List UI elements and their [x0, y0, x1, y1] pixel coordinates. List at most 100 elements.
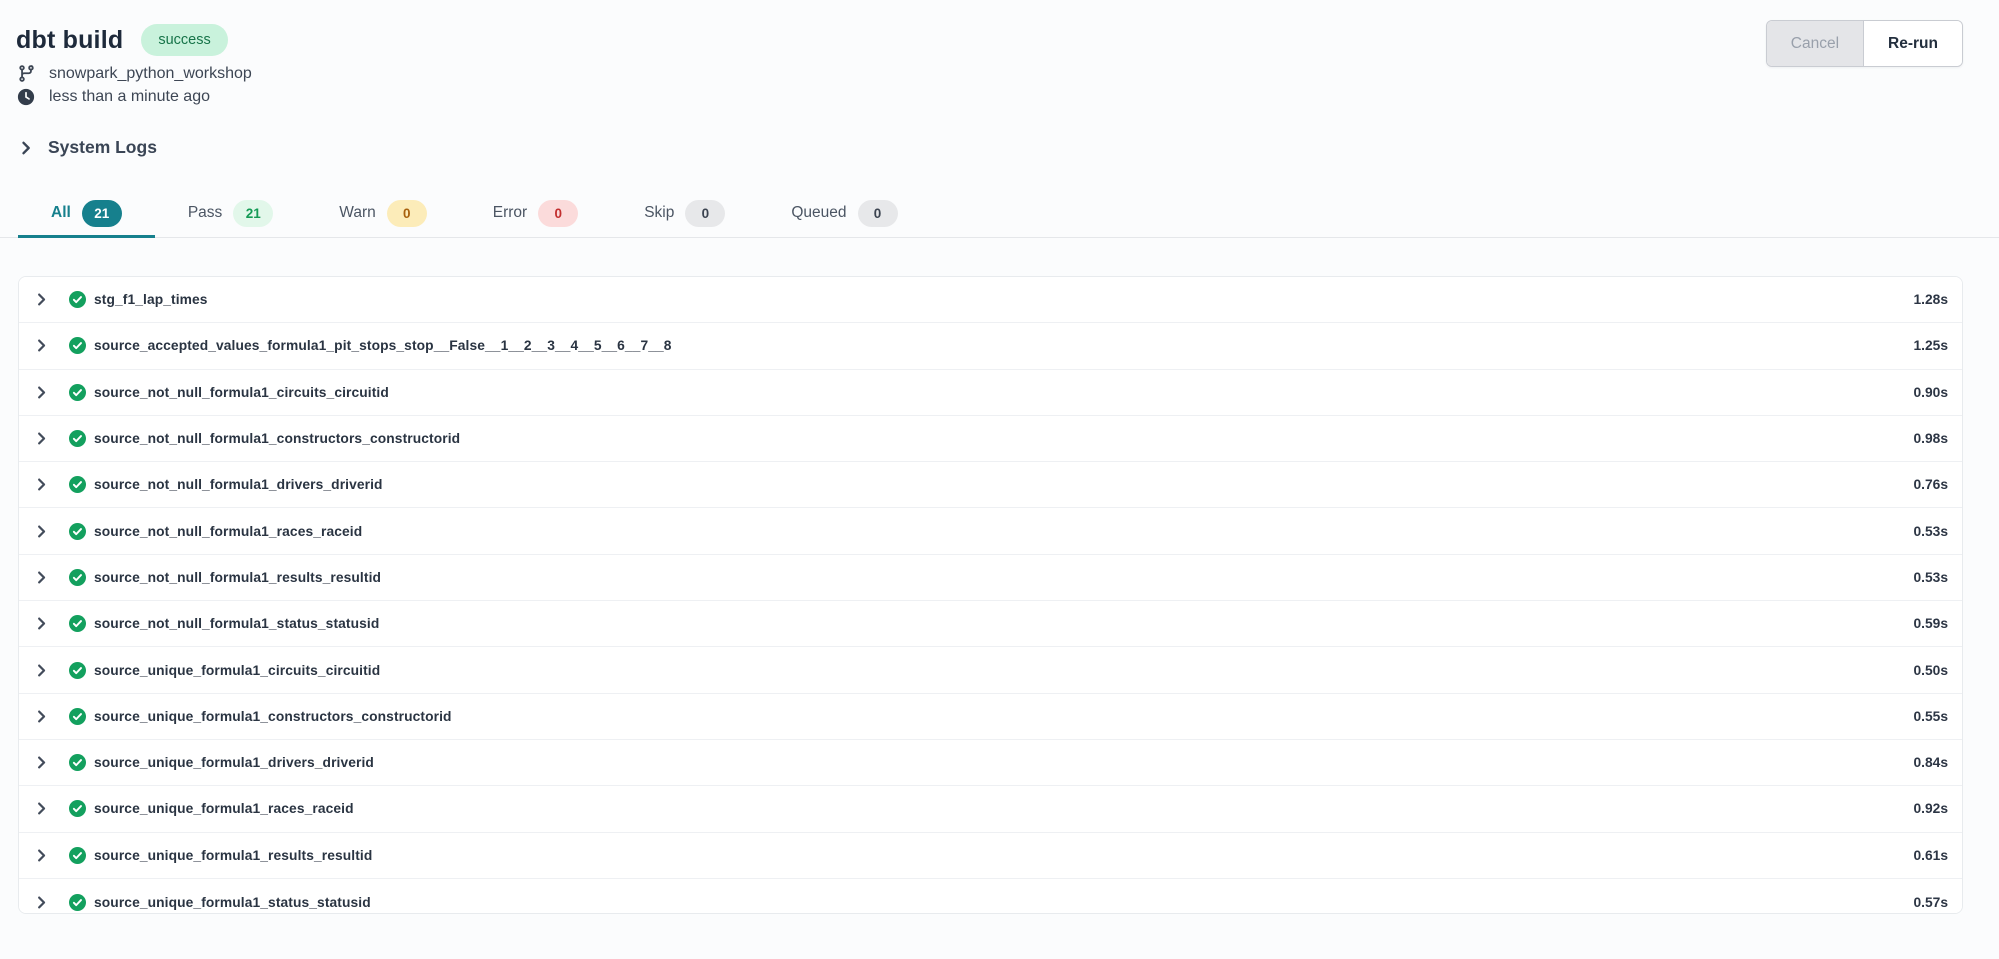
tab-count-badge: 21: [82, 200, 122, 227]
branch-line: snowpark_python_workshop: [17, 62, 1963, 85]
tab-count-badge: 0: [685, 200, 725, 227]
tab-warn[interactable]: Warn 0: [306, 191, 459, 238]
result-row[interactable]: source_not_null_formula1_races_raceid 0.…: [19, 508, 1962, 554]
run-time-ago: less than a minute ago: [49, 88, 210, 106]
expand-chevron-icon[interactable]: [34, 616, 49, 631]
pass-check-icon: [69, 615, 86, 632]
expand-chevron-icon[interactable]: [34, 663, 49, 678]
expand-chevron-icon[interactable]: [34, 709, 49, 724]
result-duration: 0.50s: [1913, 663, 1948, 678]
result-duration: 0.84s: [1913, 755, 1948, 770]
expand-chevron-icon[interactable]: [34, 570, 49, 585]
chevron-right-icon: [18, 140, 34, 156]
rerun-button[interactable]: Re-run: [1863, 21, 1962, 66]
result-name: source_unique_formula1_circuits_circuiti…: [94, 663, 380, 678]
result-row[interactable]: source_unique_formula1_constructors_cons…: [19, 694, 1962, 740]
git-branch-icon: [17, 64, 36, 83]
result-duration: 1.28s: [1913, 292, 1948, 307]
expand-chevron-icon[interactable]: [34, 431, 49, 446]
pass-check-icon: [69, 662, 86, 679]
result-duration: 1.25s: [1913, 338, 1948, 353]
result-name: source_not_null_formula1_drivers_driveri…: [94, 477, 383, 492]
result-duration: 0.76s: [1913, 477, 1948, 492]
system-logs-toggle[interactable]: System Logs: [18, 137, 157, 158]
result-name: source_not_null_formula1_constructors_co…: [94, 431, 460, 446]
result-name: source_unique_formula1_drivers_driverid: [94, 755, 374, 770]
pass-check-icon: [69, 708, 86, 725]
result-name: source_accepted_values_formula1_pit_stop…: [94, 338, 672, 353]
expand-chevron-icon[interactable]: [34, 755, 49, 770]
pass-check-icon: [69, 384, 86, 401]
expand-chevron-icon[interactable]: [34, 477, 49, 492]
result-duration: 0.61s: [1913, 848, 1948, 863]
expand-chevron-icon[interactable]: [34, 895, 49, 910]
pass-check-icon: [69, 847, 86, 864]
time-line: less than a minute ago: [17, 85, 1963, 108]
tab-queued[interactable]: Queued 0: [758, 191, 930, 238]
pass-check-icon: [69, 430, 86, 447]
tab-all[interactable]: All 21: [18, 191, 155, 238]
expand-chevron-icon[interactable]: [34, 292, 49, 307]
result-row[interactable]: source_unique_formula1_circuits_circuiti…: [19, 647, 1962, 693]
tab-label: Queued: [791, 204, 846, 222]
pass-check-icon: [69, 337, 86, 354]
status-badge: success: [141, 24, 227, 57]
result-row[interactable]: source_not_null_formula1_circuits_circui…: [19, 370, 1962, 416]
tab-label: Error: [493, 204, 527, 222]
expand-chevron-icon[interactable]: [34, 524, 49, 539]
result-name: source_not_null_formula1_status_statusid: [94, 616, 379, 631]
expand-chevron-icon[interactable]: [34, 848, 49, 863]
expand-chevron-icon[interactable]: [34, 385, 49, 400]
result-name: source_unique_formula1_races_raceid: [94, 801, 354, 816]
result-row[interactable]: source_unique_formula1_results_resultid …: [19, 833, 1962, 879]
tab-label: Warn: [339, 204, 375, 222]
result-row[interactable]: source_not_null_formula1_status_statusid…: [19, 601, 1962, 647]
result-row[interactable]: source_not_null_formula1_constructors_co…: [19, 416, 1962, 462]
result-name: source_not_null_formula1_results_resulti…: [94, 570, 381, 585]
tab-count-badge: 21: [233, 200, 273, 227]
result-name: source_unique_formula1_constructors_cons…: [94, 709, 452, 724]
result-duration: 0.57s: [1913, 895, 1948, 910]
result-name: source_unique_formula1_results_resultid: [94, 848, 372, 863]
result-name: stg_f1_lap_times: [94, 292, 208, 307]
run-detail-page: dbt build success Cancel Re-run snowpark…: [0, 0, 1999, 959]
result-duration: 0.59s: [1913, 616, 1948, 631]
result-duration: 0.90s: [1913, 385, 1948, 400]
result-name: source_unique_formula1_status_statusid: [94, 895, 371, 910]
expand-chevron-icon[interactable]: [34, 338, 49, 353]
results-list: stg_f1_lap_times 1.28s source_accepted_v…: [18, 276, 1963, 914]
result-duration: 0.55s: [1913, 709, 1948, 724]
result-duration: 0.53s: [1913, 570, 1948, 585]
cancel-button[interactable]: Cancel: [1767, 21, 1863, 66]
result-duration: 0.98s: [1913, 431, 1948, 446]
pass-check-icon: [69, 291, 86, 308]
result-name: source_not_null_formula1_races_raceid: [94, 524, 362, 539]
run-header: dbt build success Cancel Re-run snowpark…: [0, 0, 1999, 108]
pass-check-icon: [69, 754, 86, 771]
pass-check-icon: [69, 894, 86, 911]
branch-name: snowpark_python_workshop: [49, 65, 252, 83]
tab-error[interactable]: Error 0: [460, 191, 611, 238]
tab-count-badge: 0: [858, 200, 898, 227]
result-row[interactable]: source_unique_formula1_drivers_driverid …: [19, 740, 1962, 786]
result-row[interactable]: source_unique_formula1_status_statusid 0…: [19, 879, 1962, 914]
result-row[interactable]: source_not_null_formula1_drivers_driveri…: [19, 462, 1962, 508]
tab-count-badge: 0: [387, 200, 427, 227]
result-row[interactable]: source_accepted_values_formula1_pit_stop…: [19, 323, 1962, 369]
tab-label: Skip: [644, 204, 674, 222]
tab-skip[interactable]: Skip 0: [611, 191, 758, 238]
tab-pass[interactable]: Pass 21: [155, 191, 306, 238]
run-actions: Cancel Re-run: [1766, 20, 1963, 67]
result-duration: 0.92s: [1913, 801, 1948, 816]
result-row[interactable]: stg_f1_lap_times 1.28s: [19, 277, 1962, 323]
result-row[interactable]: source_not_null_formula1_results_resulti…: [19, 555, 1962, 601]
result-duration: 0.53s: [1913, 524, 1948, 539]
tab-count-badge: 0: [538, 200, 578, 227]
pass-check-icon: [69, 476, 86, 493]
expand-chevron-icon[interactable]: [34, 801, 49, 816]
status-tabs: All 21 Pass 21 Warn 0 Error 0 Skip 0 Que…: [0, 191, 1999, 238]
pass-check-icon: [69, 800, 86, 817]
result-row[interactable]: source_unique_formula1_races_raceid 0.92…: [19, 786, 1962, 832]
pass-check-icon: [69, 569, 86, 586]
page-title: dbt build: [16, 26, 123, 55]
